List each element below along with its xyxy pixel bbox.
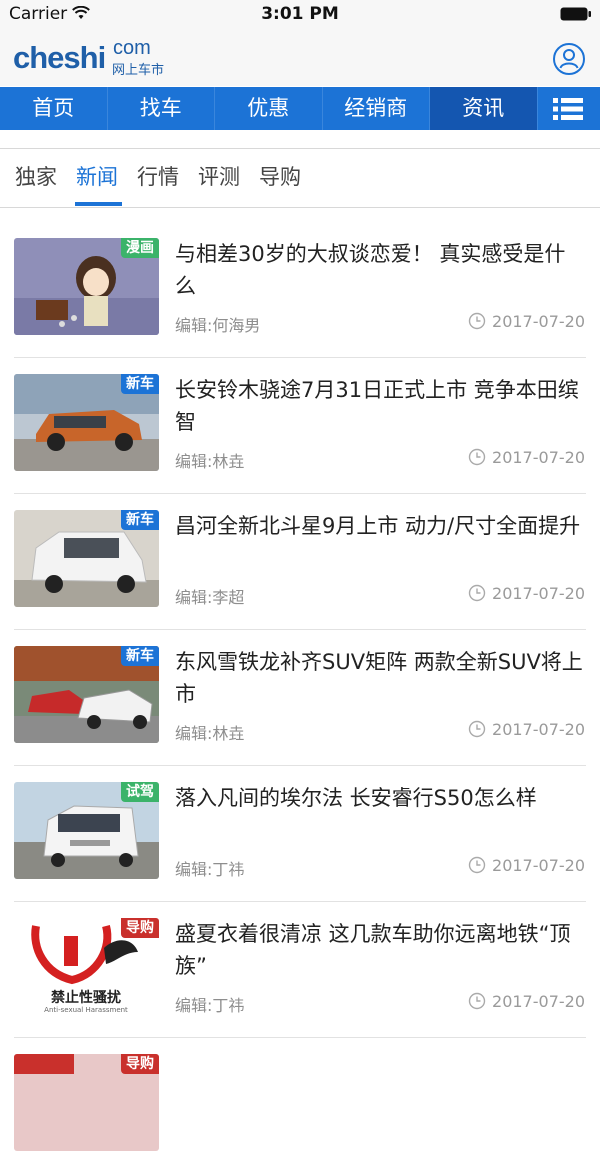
news-item[interactable]: 试驾 落入凡间的埃尔法 长安睿行S50怎么样 编辑:丁祎 2017-07-20: [0, 766, 600, 902]
news-thumbnail: 试驾: [14, 782, 159, 879]
clock-icon: [468, 448, 486, 466]
clock-icon: [468, 584, 486, 602]
main-nav: 首页 找车 优惠 经销商 资讯: [0, 87, 600, 130]
news-title[interactable]: 昌河全新北斗星9月上市 动力/尺寸全面提升: [175, 510, 585, 542]
category-badge: 导购: [121, 1054, 159, 1074]
logo-wordmark: cheshi: [13, 40, 106, 75]
category-badge: 试驾: [121, 782, 159, 802]
news-item[interactable]: 漫画 与相差30岁的大叔谈恋爱！ 真实感受是什么 编辑:何海男 2017-07-…: [0, 222, 600, 358]
nav-news[interactable]: 资讯: [430, 87, 538, 130]
battery-icon: [560, 7, 591, 21]
tab-guide[interactable]: 导购: [259, 161, 301, 191]
news-editor: 编辑:丁祎: [175, 996, 245, 1015]
clock-icon: [468, 856, 486, 874]
app-header: cheshi com 网上车市: [0, 30, 600, 86]
news-thumbnail: 漫画: [14, 238, 159, 335]
nav-deals[interactable]: 优惠: [215, 87, 323, 130]
news-item[interactable]: 新车 昌河全新北斗星9月上市 动力/尺寸全面提升 编辑:李超 2017-07-2…: [0, 494, 600, 630]
news-thumbnail: 新车: [14, 510, 159, 607]
news-item[interactable]: 禁止性骚扰 Anti-sexual Harassment 导购 盛夏衣着很清凉 …: [0, 902, 600, 1038]
news-date: 2017-07-20: [468, 448, 585, 467]
news-item-partial[interactable]: 导购: [0, 1038, 600, 1174]
category-badge: 漫画: [121, 238, 159, 258]
news-subtabs: 独家 新闻 行情 评测 导购: [0, 148, 600, 208]
news-title[interactable]: 东风雪铁龙补齐SUV矩阵 两款全新SUV将上市: [175, 646, 585, 710]
news-item[interactable]: 新车 长安铃木骁途7月31日正式上市 竞争本田缤智 编辑:林垚 2017-07-…: [0, 358, 600, 494]
tab-market[interactable]: 行情: [137, 161, 179, 191]
news-item[interactable]: 新车 东风雪铁龙补齐SUV矩阵 两款全新SUV将上市 编辑:林垚 2017-07…: [0, 630, 600, 766]
news-thumbnail: 导购: [14, 1054, 159, 1151]
list-menu-icon: [552, 98, 583, 120]
clock: 3:01 PM: [261, 4, 339, 24]
news-date: 2017-07-20: [468, 312, 585, 331]
news-thumbnail: 新车: [14, 374, 159, 471]
tab-exclusive[interactable]: 独家: [15, 161, 57, 191]
nav-home[interactable]: 首页: [0, 87, 108, 130]
news-editor: 编辑:李超: [175, 588, 245, 607]
thumbnail-caption-en: Anti-sexual Harassment: [44, 1006, 128, 1014]
tab-news[interactable]: 新闻: [76, 161, 118, 191]
cheshi-logo[interactable]: cheshi com 网上车市: [13, 37, 173, 78]
clock-icon: [468, 312, 486, 330]
news-editor: 编辑:林垚: [175, 452, 245, 471]
news-thumbnail: 新车: [14, 646, 159, 743]
category-badge: 导购: [121, 918, 159, 938]
nav-find-car[interactable]: 找车: [108, 87, 215, 130]
news-date: 2017-07-20: [468, 856, 585, 875]
menu-button[interactable]: [538, 87, 598, 130]
news-date: 2017-07-20: [468, 584, 585, 603]
logo-subtitle: 网上车市: [112, 63, 165, 78]
thumbnail-caption: 禁止性骚扰: [51, 989, 121, 1006]
news-editor: 编辑:林垚: [175, 724, 245, 743]
nav-dealers[interactable]: 经销商: [323, 87, 430, 130]
active-tab-indicator: [75, 202, 122, 206]
news-title[interactable]: 长安铃木骁途7月31日正式上市 竞争本田缤智: [175, 374, 585, 438]
news-thumbnail: 禁止性骚扰 Anti-sexual Harassment 导购: [14, 918, 159, 1015]
news-editor: 编辑:何海男: [175, 316, 261, 335]
news-list: 漫画 与相差30岁的大叔谈恋爱！ 真实感受是什么 编辑:何海男 2017-07-…: [0, 222, 600, 1174]
status-bar: Carrier 3:01 PM: [0, 0, 600, 30]
logo-com: com: [113, 37, 151, 59]
clock-icon: [468, 720, 486, 738]
category-badge: 新车: [121, 510, 159, 530]
news-title[interactable]: 盛夏衣着很清凉 这几款车助你远离地铁“顶族”: [175, 918, 585, 982]
user-circle-icon[interactable]: [552, 42, 586, 76]
news-title[interactable]: 落入凡间的埃尔法 长安睿行S50怎么样: [175, 782, 585, 814]
category-badge: 新车: [121, 646, 159, 666]
news-date: 2017-07-20: [468, 992, 585, 1011]
news-editor: 编辑:丁祎: [175, 860, 245, 879]
news-title[interactable]: 与相差30岁的大叔谈恋爱！ 真实感受是什么: [175, 238, 585, 302]
news-date: 2017-07-20: [468, 720, 585, 739]
tab-review[interactable]: 评测: [198, 161, 240, 191]
clock-icon: [468, 992, 486, 1010]
category-badge: 新车: [121, 374, 159, 394]
